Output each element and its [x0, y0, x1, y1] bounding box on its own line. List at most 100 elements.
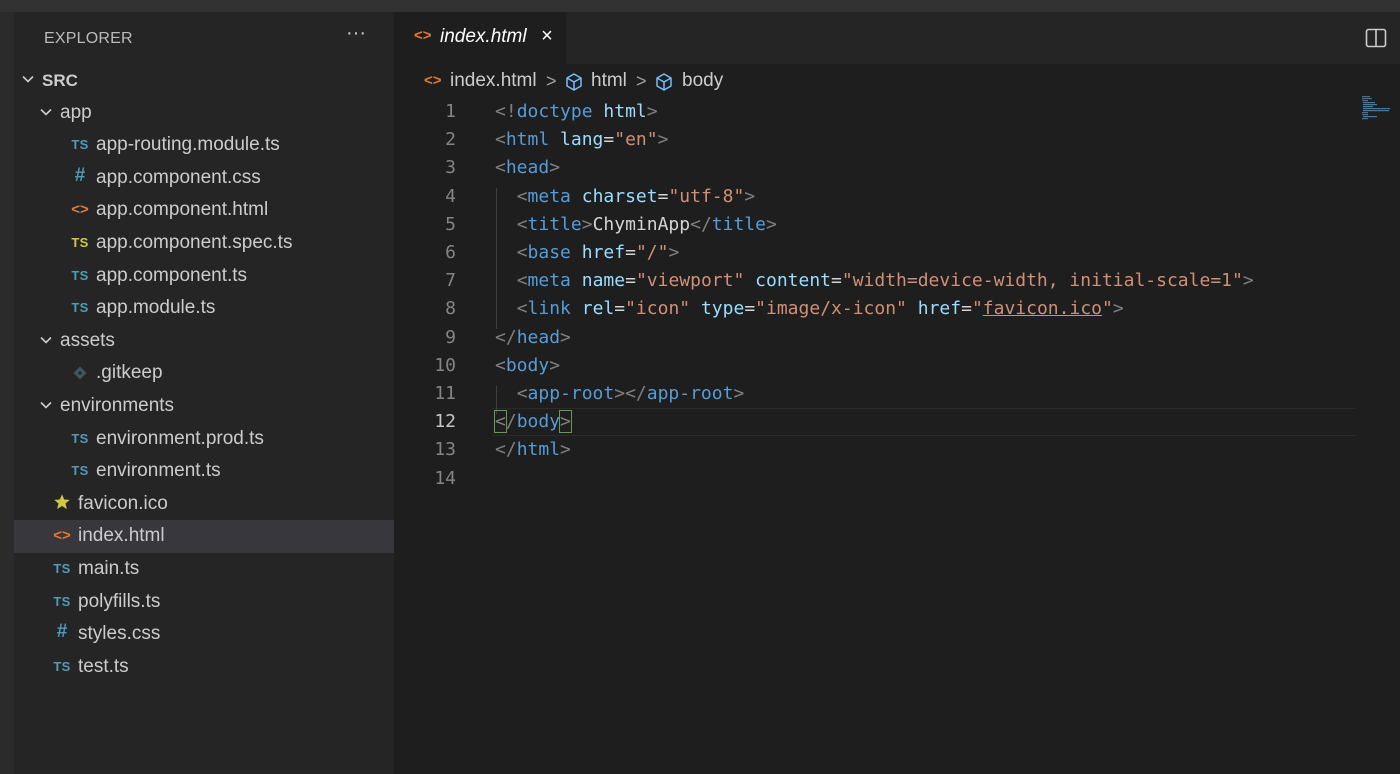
tree-folder-row[interactable]: assets: [14, 325, 394, 358]
tree-file-row[interactable]: # app.component.css: [14, 162, 394, 195]
line-number: 14: [434, 467, 456, 489]
code-token: html: [603, 101, 647, 122]
code-token: head: [516, 326, 561, 348]
tree-file-row[interactable]: <> app.component.html: [14, 194, 394, 227]
line-number: 5: [445, 213, 456, 235]
tree-item-label: .gitkeep: [96, 362, 163, 384]
close-icon[interactable]: ×: [536, 25, 558, 47]
tree-file-row[interactable]: <> index.html: [14, 520, 394, 553]
tree-file-row[interactable]: TS environment.prod.ts: [14, 423, 394, 456]
line-number: 2: [445, 129, 456, 151]
code-token: ": [971, 298, 983, 320]
code-token: >: [560, 326, 571, 348]
code-token: "width=device-width, initial-scale=1": [841, 270, 1243, 292]
code-token: favicon.ico: [982, 298, 1102, 320]
tree-item-label: app-routing.module.ts: [96, 134, 280, 156]
code-line: <body>: [495, 352, 560, 380]
code-token: "en": [614, 129, 658, 151]
current-line-highlight: [492, 408, 1356, 436]
tree-file-row[interactable]: TS test.ts: [14, 651, 394, 684]
activity-bar: [0, 12, 14, 774]
tree-file-row[interactable]: TS environment.ts: [14, 455, 394, 488]
tree-folder-row[interactable]: environments: [14, 390, 394, 423]
breadcrumb-item-html[interactable]: html: [591, 70, 627, 92]
code-token: =: [657, 185, 669, 207]
code-token: ></: [614, 383, 647, 404]
tree-item-label: test.ts: [78, 655, 129, 677]
code-token: =: [625, 242, 636, 263]
chevron-down-icon[interactable]: [20, 71, 36, 87]
code-token: content: [755, 270, 832, 292]
code-token: <: [516, 270, 528, 292]
breadcrumb-file[interactable]: index.html: [450, 70, 537, 92]
breadcrumb-item-body[interactable]: body: [682, 70, 723, 92]
code-token: body: [516, 411, 561, 433]
tree-item-label: main.ts: [78, 557, 140, 579]
code-token: ": [1102, 298, 1113, 320]
code-token: html: [516, 439, 561, 461]
tree-file-row[interactable]: favicon.ico: [14, 488, 394, 521]
code-editor[interactable]: 1 <!doctype html> 2 <html lang="en"> 3 <head>…: [394, 98, 1400, 774]
typescript-file-icon: TS: [53, 593, 71, 609]
code-line: <meta name="viewport" content="width=dev…: [495, 267, 1254, 295]
line-number: 13: [434, 439, 456, 461]
tree-item-label: app: [60, 101, 92, 123]
code-token: >: [668, 242, 680, 263]
code-token: "/": [635, 242, 669, 263]
tab-label: index.html: [440, 26, 527, 47]
minimap[interactable]: [1360, 96, 1391, 126]
code-token: =: [625, 270, 636, 292]
line-number: 6: [445, 242, 456, 263]
code-token: title: [711, 213, 766, 235]
typescript-file-icon: TS: [71, 300, 89, 316]
typescript-file-icon: TS: [71, 267, 89, 283]
tree-folder-row[interactable]: SRC: [14, 64, 394, 97]
tree-file-row[interactable]: TS app.module.ts: [14, 292, 394, 325]
window-top-strip: [0, 0, 1400, 12]
tab-index-html[interactable]: <> index.html ×: [394, 12, 566, 64]
more-actions-icon[interactable]: ···: [344, 23, 368, 48]
code-line: <link rel="icon" type="image/x-icon" hre…: [495, 295, 1124, 323]
code-token: head: [505, 157, 550, 179]
code-token: <: [516, 213, 528, 235]
code-token: ChyminApp: [592, 213, 691, 235]
tree-file-row[interactable]: TS app.component.ts: [14, 260, 394, 293]
typescript-spec-file-icon: TS: [71, 234, 89, 250]
code-token: rel: [581, 298, 615, 320]
chevron-down-icon[interactable]: [38, 104, 54, 120]
tree-item-label: environments: [60, 394, 175, 416]
tree-file-row[interactable]: # styles.css: [14, 618, 394, 651]
code-token: <!: [495, 101, 517, 122]
tree-file-row[interactable]: TS main.ts: [14, 553, 394, 586]
star-icon: [51, 493, 73, 516]
code-token: </: [690, 213, 712, 235]
html-file-icon: <>: [414, 27, 432, 44]
code-line: </head>: [495, 324, 571, 352]
tree-file-row[interactable]: .gitkeep: [14, 357, 394, 390]
tree-folder-row[interactable]: app: [14, 97, 394, 130]
tree-file-row[interactable]: TS app-routing.module.ts: [14, 129, 394, 162]
breadcrumb-separator: >: [546, 71, 557, 91]
tree-file-row[interactable]: TS polyfills.ts: [14, 586, 394, 619]
code-line: <title>ChyminApp</title>: [495, 211, 777, 239]
tree-file-row[interactable]: TS app.component.spec.ts: [14, 227, 394, 260]
code-token: <: [516, 185, 528, 207]
element-cube-icon: [564, 72, 584, 98]
line-number: 10: [434, 354, 456, 376]
code-token: meta: [527, 270, 571, 292]
line-number: 4: [445, 185, 456, 207]
split-editor-icon[interactable]: [1364, 26, 1388, 50]
tree-item-label: SRC: [42, 71, 78, 90]
chevron-down-icon[interactable]: [38, 397, 54, 413]
chevron-down-icon[interactable]: [38, 332, 54, 348]
code-token: =: [744, 298, 756, 320]
tree-item-label: environment.ts: [96, 460, 221, 482]
